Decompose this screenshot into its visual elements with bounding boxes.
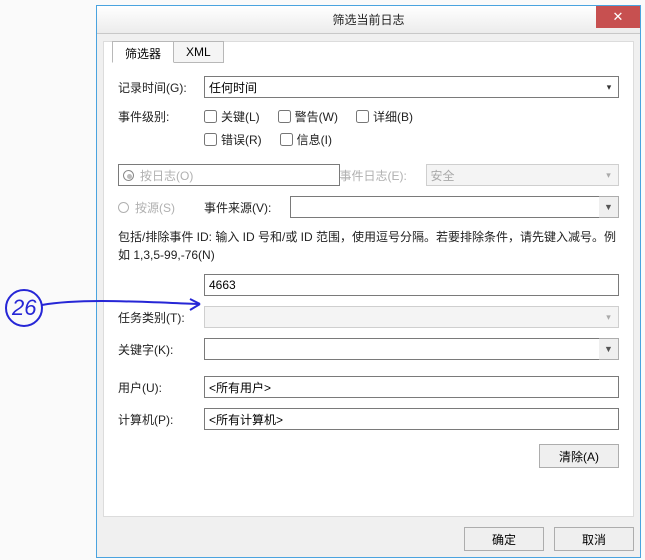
eventlog-combo: ▾ [426,164,620,186]
user-input[interactable] [204,376,619,398]
user-label: 用户(U): [118,379,204,396]
chk-error-label: 错误(R) [221,131,262,148]
radio-bysource-circle [118,202,129,213]
level-label: 事件级别: [118,108,204,125]
keywords-combo[interactable]: ▼ [204,338,619,360]
help-text: 包括/排除事件 ID: 输入 ID 号和/或 ID 范围，使用逗号分隔。若要排除… [118,228,619,264]
chk-warn-input[interactable] [278,110,291,123]
chk-info-label: 信息(I) [297,131,332,148]
task-label: 任务类别(T): [118,309,204,326]
eventlog-label: 事件日志(E): [340,167,426,184]
chk-error-input[interactable] [204,133,217,146]
tab-filter[interactable]: 筛选器 [112,41,174,63]
close-button[interactable]: ✕ [596,6,640,28]
chevron-down-icon: ▾ [599,164,619,186]
titlebar: 筛选当前日志 ✕ [97,6,640,34]
chk-critical[interactable]: 关键(L) [204,108,260,125]
annotation: 26 [2,280,102,340]
tab-filter-label: 筛选器 [125,47,161,61]
chk-verbose[interactable]: 详细(B) [356,108,413,125]
source-input[interactable] [290,196,619,218]
event-id-input[interactable] [204,274,619,296]
tab-xml-label: XML [186,45,211,59]
keywords-input[interactable] [204,338,619,360]
close-icon: ✕ [613,9,624,25]
computer-input[interactable] [204,408,619,430]
source-combo[interactable]: ▼ [290,196,619,218]
radio-bylog-circle [123,170,134,181]
chk-verbose-input[interactable] [356,110,369,123]
radio-bysource-label: 按源(S) [135,199,175,216]
annotation-text: 26 [11,295,37,320]
source-label: 事件来源(V): [204,199,290,216]
dialog-window: 筛选当前日志 ✕ 筛选器 XML 记录时间(G): ▾ 事件级别: [96,5,641,558]
tab-xml[interactable]: XML [173,41,224,63]
chevron-down-icon: ▾ [599,306,619,328]
dialog-buttons: 确定 取消 [464,527,634,551]
chk-warn[interactable]: 警告(W) [278,108,338,125]
chk-info[interactable]: 信息(I) [280,131,332,148]
title-text: 筛选当前日志 [332,11,404,28]
task-input [204,306,619,328]
logged-combo[interactable]: ▾ [204,76,619,98]
chk-critical-label: 关键(L) [221,108,260,125]
cancel-button[interactable]: 取消 [554,527,634,551]
radio-bylog: 按日志(O) [118,164,340,186]
chevron-down-icon: ▼ [599,196,619,218]
keywords-label: 关键字(K): [118,341,204,358]
chevron-down-icon: ▼ [599,338,619,360]
chk-warn-label: 警告(W) [295,108,338,125]
eventlog-input [426,164,620,186]
ok-button[interactable]: 确定 [464,527,544,551]
chk-info-input[interactable] [280,133,293,146]
chk-error[interactable]: 错误(R) [204,131,262,148]
radio-bylog-label: 按日志(O) [140,167,193,184]
content-panel: 筛选器 XML 记录时间(G): ▾ 事件级别: 关键(L) 警告(W) [103,41,634,517]
clear-button[interactable]: 清除(A) [539,444,619,468]
logged-select[interactable] [204,76,619,98]
tabstrip: 筛选器 XML [112,41,223,63]
chk-critical-input[interactable] [204,110,217,123]
computer-label: 计算机(P): [118,411,204,428]
logged-label: 记录时间(G): [118,79,204,96]
radio-bysource: 按源(S) [118,199,204,216]
form: 记录时间(G): ▾ 事件级别: 关键(L) 警告(W) 详细(B) 错误(R) [118,76,619,468]
task-combo: ▾ [204,306,619,328]
chk-verbose-label: 详细(B) [373,108,413,125]
